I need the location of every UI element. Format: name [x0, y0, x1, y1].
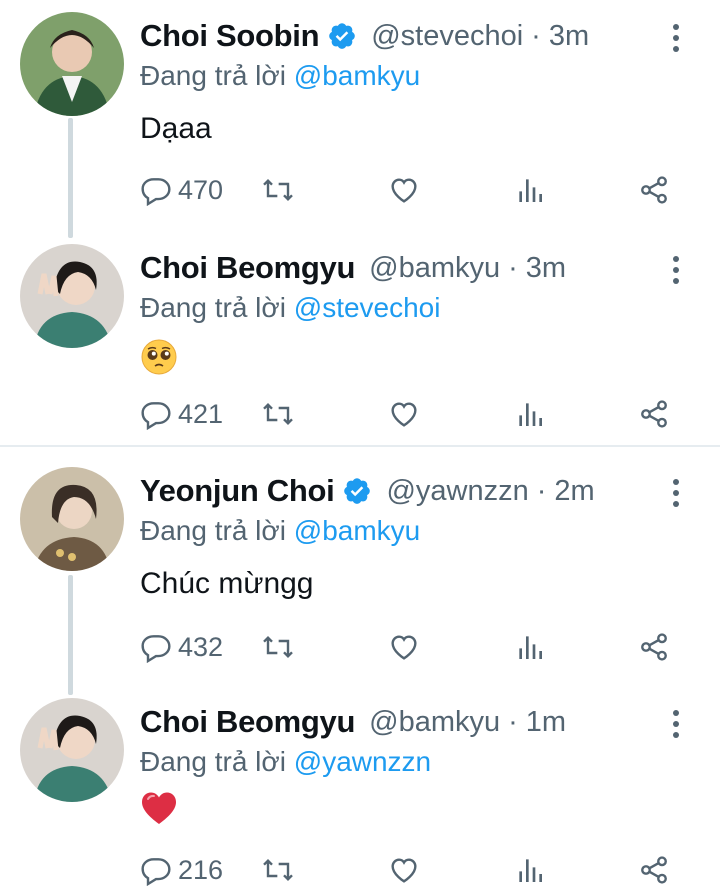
share-icon — [641, 176, 667, 204]
reply-icon — [141, 402, 171, 430]
analytics-button[interactable] — [514, 627, 546, 667]
action-bar: 470 — [140, 170, 720, 210]
avatar[interactable] — [20, 467, 124, 571]
heart-icon — [391, 402, 417, 427]
display-name[interactable]: Choi Beomgyu — [140, 250, 355, 286]
tweet-header: Choi Beomgyu @bamkyu · 3m — [140, 244, 566, 292]
tweet-2[interactable]: Choi Beomgyu @bamkyu · 3m Đang trả lời @… — [0, 244, 720, 440]
display-name[interactable]: Choi Soobin — [140, 18, 320, 54]
user-handle[interactable]: @stevechoi — [371, 20, 523, 53]
tweet-header: Choi Beomgyu @bamkyu · 1m — [140, 698, 566, 746]
retweet-button[interactable] — [262, 394, 294, 434]
heart-icon — [391, 635, 417, 660]
separator-dot: · — [531, 19, 541, 52]
replying-to: Đang trả lời @bamkyu — [140, 515, 420, 547]
red-heart-emoji — [140, 790, 178, 828]
mention-link[interactable]: @bamkyu — [294, 515, 420, 546]
verified-badge-icon — [327, 21, 357, 51]
like-button[interactable] — [388, 394, 420, 434]
mention-link[interactable]: @yawnzzn — [294, 746, 431, 777]
more-options-icon[interactable] — [664, 475, 688, 511]
analytics-icon — [519, 179, 542, 202]
share-button[interactable] — [638, 394, 670, 434]
share-button[interactable] — [638, 170, 670, 210]
heart-icon — [391, 858, 417, 883]
tweet-4[interactable]: Choi Beomgyu @bamkyu · 1m Đang trả lời @… — [0, 698, 720, 891]
user-handle[interactable]: @bamkyu — [369, 706, 500, 739]
timestamp[interactable]: 3m — [549, 20, 589, 53]
share-button[interactable] — [638, 627, 670, 667]
like-button[interactable] — [388, 170, 420, 210]
replying-to: Đang trả lời @stevechoi — [140, 292, 440, 324]
user-handle[interactable]: @yawnzzn — [386, 475, 528, 508]
mention-link[interactable]: @stevechoi — [294, 292, 441, 323]
reply-icon — [141, 635, 171, 663]
like-button[interactable] — [388, 850, 420, 890]
reply-count: 421 — [178, 398, 224, 429]
separator-dot: · — [508, 705, 518, 738]
share-icon — [641, 633, 667, 661]
tweet-1[interactable]: Choi Soobin @stevechoi · 3m Đang trả lời… — [0, 12, 720, 222]
more-options-icon[interactable] — [664, 252, 688, 288]
pleading-face-emoji — [140, 338, 178, 376]
like-button[interactable] — [388, 627, 420, 667]
reply-button[interactable]: 216 — [140, 850, 223, 890]
replying-to-label: Đang trả lời — [140, 746, 286, 777]
more-options-icon[interactable] — [664, 706, 688, 742]
user-handle[interactable]: @bamkyu — [369, 252, 500, 285]
reply-count: 432 — [178, 631, 224, 662]
timestamp[interactable]: 3m — [526, 252, 566, 285]
avatar[interactable] — [20, 698, 124, 802]
tweet-text: Chúc mừngg — [140, 567, 314, 600]
retweet-icon — [263, 635, 293, 659]
more-options-icon[interactable] — [664, 20, 688, 56]
reply-button[interactable]: 470 — [140, 170, 223, 210]
replying-to-label: Đang trả lời — [140, 60, 286, 91]
retweet-button[interactable] — [262, 170, 294, 210]
avatar[interactable] — [20, 12, 124, 116]
action-bar: 432 — [140, 627, 720, 667]
reply-count: 470 — [178, 174, 224, 205]
analytics-icon — [519, 636, 542, 659]
display-name[interactable]: Choi Beomgyu — [140, 704, 355, 740]
share-icon — [641, 400, 667, 428]
reply-icon — [141, 178, 171, 206]
avatar[interactable] — [20, 244, 124, 348]
heart-icon — [391, 178, 417, 203]
tweet-header: Choi Soobin @stevechoi · 3m — [140, 12, 589, 60]
tweet-header: Yeonjun Choi @yawnzzn · 2m — [140, 467, 595, 515]
verified-badge-icon — [342, 476, 372, 506]
reply-icon — [141, 858, 171, 886]
retweet-icon — [263, 402, 293, 426]
conversation-divider — [0, 445, 720, 447]
display-name[interactable]: Yeonjun Choi — [140, 473, 335, 509]
analytics-button[interactable] — [514, 170, 546, 210]
separator-dot: · — [536, 474, 547, 507]
retweet-button[interactable] — [262, 850, 294, 890]
analytics-icon — [519, 403, 542, 426]
analytics-button[interactable] — [514, 850, 546, 890]
separator-dot: · — [508, 251, 518, 284]
reply-button[interactable]: 421 — [140, 394, 223, 434]
tweet-3[interactable]: Yeonjun Choi @yawnzzn · 2m Đang trả lời … — [0, 467, 720, 677]
mention-link[interactable]: @bamkyu — [294, 60, 420, 91]
share-button[interactable] — [638, 850, 670, 890]
retweet-icon — [263, 858, 293, 882]
replying-to-label: Đang trả lời — [140, 515, 286, 546]
replying-to-label: Đang trả lời — [140, 292, 286, 323]
replying-to: Đang trả lời @yawnzzn — [140, 746, 431, 778]
retweet-icon — [263, 178, 293, 202]
timestamp[interactable]: 2m — [554, 475, 594, 508]
tweet-text: Dạaa — [140, 112, 212, 145]
analytics-button[interactable] — [514, 394, 546, 434]
replying-to: Đang trả lời @bamkyu — [140, 60, 420, 92]
action-bar: 421 — [140, 394, 720, 434]
reply-count: 216 — [178, 854, 224, 885]
share-icon — [641, 856, 667, 884]
analytics-icon — [519, 859, 542, 882]
timestamp[interactable]: 1m — [526, 706, 566, 739]
retweet-button[interactable] — [262, 627, 294, 667]
reply-button[interactable]: 432 — [140, 627, 223, 667]
action-bar: 216 — [140, 850, 720, 890]
